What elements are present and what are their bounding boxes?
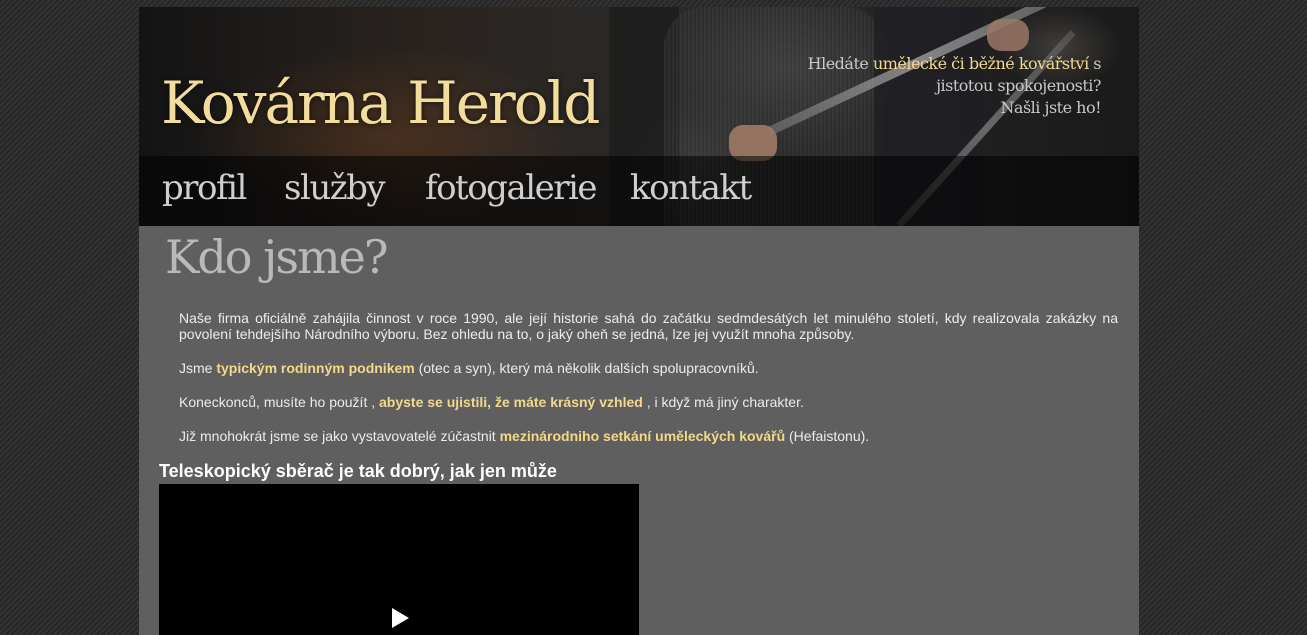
header-photo-hand-secondary	[987, 19, 1029, 51]
tagline: Hledáte umělecké či běžné kovářství s ji…	[781, 53, 1102, 119]
paragraph-text: Jsme	[179, 360, 217, 376]
play-icon[interactable]	[392, 608, 409, 628]
tagline-text: Hledáte	[807, 54, 873, 73]
nav-item-kontakt[interactable]: kontakt	[630, 168, 752, 208]
nav-item-profil[interactable]: profil	[162, 168, 247, 208]
paragraph-history: Naše firma oficiálně zahájila činnost v …	[179, 310, 1118, 342]
paragraph-text: (otec a syn), který má několik dalších s…	[414, 360, 759, 376]
main-nav: profil služby fotogalerie kontakt	[139, 156, 1139, 226]
page-heading: Kdo jsme?	[165, 230, 389, 284]
paragraph-look: Koneckonců, musíte ho použít , abyste se…	[179, 394, 1118, 410]
highlight-link[interactable]: mezinárodniho setkání uměleckých kovářů	[500, 428, 786, 444]
paragraph-text: Koneckonců, musíte ho použít ,	[179, 394, 380, 410]
tagline-closing: Našli jste ho!	[1000, 98, 1101, 117]
nav-item-sluzby[interactable]: služby	[284, 168, 386, 208]
video-title: Teleskopický sběrač je tak dobrý, jak je…	[159, 461, 557, 481]
paragraph-text: (Hefaistonu).	[785, 428, 870, 444]
paragraph-text: , i když má jiný charakter.	[642, 394, 804, 410]
site-title[interactable]: Kovárna Herold	[161, 69, 600, 137]
intro-text: Naše firma oficiálně zahájila činnost v …	[179, 310, 1118, 462]
highlight-link[interactable]: typickým rodinným podnikem	[216, 360, 414, 376]
highlight-link[interactable]: abyste se ujistili, že máte krásný vzhle…	[379, 394, 643, 410]
tagline-highlight: umělecké či běžné kovářství	[872, 54, 1089, 73]
paragraph-text: Již mnohokrát jsme se jako vystavovatelé…	[179, 428, 500, 444]
page-container: Kovárna Herold Hledáte umělecké či běžné…	[139, 7, 1139, 635]
nav-item-fotogalerie[interactable]: fotogalerie	[425, 168, 597, 208]
header-banner: Kovárna Herold Hledáte umělecké či běžné…	[139, 7, 1139, 226]
paragraph-family: Jsme typickým rodinným podnikem (otec a …	[179, 360, 1118, 376]
paragraph-exhibitions: Již mnohokrát jsme se jako vystavovatelé…	[179, 428, 1118, 444]
video-player[interactable]	[159, 484, 639, 635]
